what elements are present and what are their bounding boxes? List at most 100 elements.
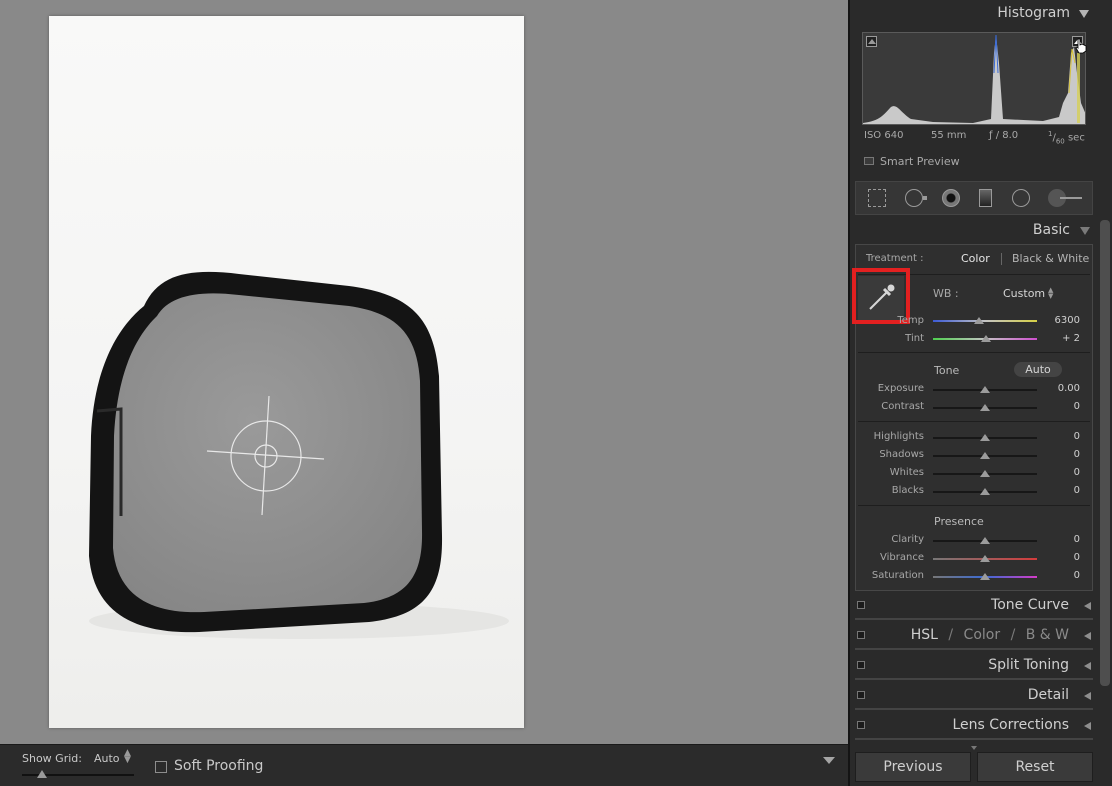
split-toning-toggle[interactable] xyxy=(857,661,865,669)
spot-removal-arrow-icon xyxy=(923,196,927,200)
whites-label: Whites xyxy=(889,467,924,478)
hsl-tab[interactable]: HSL xyxy=(911,627,938,643)
shutter-unit: sec xyxy=(1067,132,1085,144)
detail-title[interactable]: Detail xyxy=(1028,687,1069,703)
vibrance-value[interactable]: 0 xyxy=(1040,552,1080,563)
tone-curve-title[interactable]: Tone Curve xyxy=(991,597,1069,613)
show-grid-select[interactable]: Auto xyxy=(94,752,120,765)
highlights-slider-knob[interactable] xyxy=(980,434,990,441)
hsl-title-group: HSL / Color / B & W xyxy=(911,627,1069,643)
contrast-slider-knob[interactable] xyxy=(980,404,990,411)
expand-icon[interactable] xyxy=(1084,722,1091,730)
exposure-label: Exposure xyxy=(877,383,924,394)
shadows-slider-knob[interactable] xyxy=(980,452,990,459)
smart-preview-icon[interactable] xyxy=(864,157,874,165)
iso-value: ISO 640 xyxy=(864,130,904,141)
highlights-label: Highlights xyxy=(873,431,924,442)
shadow-clipping-button[interactable] xyxy=(866,36,877,47)
tint-label: Tint xyxy=(905,333,924,344)
lens-corrections-title[interactable]: Lens Corrections xyxy=(952,717,1069,733)
panel-divider xyxy=(855,678,1093,680)
detail-toggle[interactable] xyxy=(857,691,865,699)
image-canvas[interactable] xyxy=(0,0,848,744)
radial-filter-icon[interactable] xyxy=(1012,189,1030,207)
temp-slider-knob[interactable] xyxy=(973,317,984,324)
temp-slider-track[interactable] xyxy=(933,320,1037,322)
graduated-filter-icon[interactable] xyxy=(979,189,992,207)
temp-value[interactable]: 6300 xyxy=(1040,315,1080,326)
highlights-value[interactable]: 0 xyxy=(1040,431,1080,442)
aperture-value: ƒ / 8.0 xyxy=(989,130,1019,141)
lens-corrections-panel-header[interactable]: Lens Corrections xyxy=(855,714,1093,738)
panel-divider xyxy=(855,648,1093,650)
split-toning-panel-header[interactable]: Split Toning xyxy=(855,654,1093,678)
presence-section-label: Presence xyxy=(934,515,984,528)
wb-select[interactable]: Custom xyxy=(1003,287,1045,300)
bw-tab[interactable]: B & W xyxy=(1026,627,1069,643)
tint-slider-knob[interactable] xyxy=(981,335,992,342)
histogram-curve xyxy=(863,34,1085,124)
crop-tool-icon[interactable] xyxy=(868,189,886,207)
toolbar-menu-icon[interactable] xyxy=(823,757,835,764)
tint-value[interactable]: + 2 xyxy=(1040,333,1080,344)
red-eye-tool-icon[interactable] xyxy=(942,189,960,207)
panel-divider xyxy=(855,708,1093,710)
lens-corrections-toggle[interactable] xyxy=(857,721,865,729)
treatment-label: Treatment : xyxy=(866,253,924,264)
whites-value[interactable]: 0 xyxy=(1040,467,1080,478)
reset-button[interactable]: Reset xyxy=(977,752,1093,782)
tone-curve-toggle[interactable] xyxy=(857,601,865,609)
exposure-slider-knob[interactable] xyxy=(980,386,990,393)
treatment-color-option[interactable]: Color xyxy=(961,252,990,265)
tone-section-label: Tone xyxy=(934,364,960,377)
basic-panel-title[interactable]: Basic xyxy=(960,222,1070,238)
bottom-toolbar: Show Grid: Auto ▲ ▼ Soft Proofing xyxy=(0,744,848,786)
wb-updown-icon[interactable]: ▲ ▼ xyxy=(1048,287,1053,300)
saturation-value[interactable]: 0 xyxy=(1040,570,1080,581)
color-tab[interactable]: Color xyxy=(964,627,1001,643)
blacks-value[interactable]: 0 xyxy=(1040,485,1080,496)
panel-divider xyxy=(855,618,1093,620)
detail-panel-header[interactable]: Detail xyxy=(855,684,1093,708)
clarity-value[interactable]: 0 xyxy=(1040,534,1080,545)
grid-slider-knob[interactable] xyxy=(37,770,47,778)
saturation-slider-knob[interactable] xyxy=(980,573,990,580)
blacks-slider-knob[interactable] xyxy=(980,488,990,495)
clarity-slider-knob[interactable] xyxy=(980,537,990,544)
histogram-collapse-icon[interactable] xyxy=(1079,10,1089,18)
histogram-title[interactable]: Histogram xyxy=(960,5,1070,21)
treatment-bw-option[interactable]: Black & White xyxy=(1012,252,1089,265)
hsl-toggle[interactable] xyxy=(857,631,865,639)
hsl-panel-header[interactable]: HSL / Color / B & W xyxy=(855,624,1093,648)
tone-curve-panel-header[interactable]: Tone Curve xyxy=(855,594,1093,618)
updown-arrows-icon[interactable]: ▲ ▼ xyxy=(124,749,131,765)
soft-proofing-label[interactable]: Soft Proofing xyxy=(174,758,263,774)
auto-tone-button[interactable]: Auto xyxy=(1014,362,1062,377)
histogram-graph xyxy=(862,32,1086,125)
temp-label: Temp xyxy=(897,315,924,326)
photo-preview[interactable] xyxy=(49,16,524,728)
soft-proofing-checkbox[interactable] xyxy=(155,761,167,773)
shadows-value[interactable]: 0 xyxy=(1040,449,1080,460)
basic-collapse-icon[interactable] xyxy=(1080,227,1090,235)
separator xyxy=(858,421,1090,422)
show-grid-label: Show Grid: xyxy=(22,752,82,765)
expand-icon[interactable] xyxy=(1084,662,1091,670)
blacks-label: Blacks xyxy=(891,485,924,496)
contrast-label: Contrast xyxy=(881,401,924,412)
scroll-more-icon xyxy=(971,746,977,750)
hand-cursor-icon xyxy=(1075,38,1087,54)
previous-button[interactable]: Previous xyxy=(855,752,971,782)
expand-icon[interactable] xyxy=(1084,692,1091,700)
contrast-value[interactable]: 0 xyxy=(1040,401,1080,412)
whites-slider-knob[interactable] xyxy=(980,470,990,477)
spot-removal-tool-icon[interactable] xyxy=(905,189,923,207)
vibrance-slider-knob[interactable] xyxy=(980,555,990,562)
expand-icon[interactable] xyxy=(1084,602,1091,610)
expand-icon[interactable] xyxy=(1084,632,1091,640)
focal-length-value: 55 mm xyxy=(931,130,967,141)
smart-preview-label[interactable]: Smart Preview xyxy=(880,155,960,168)
split-toning-title[interactable]: Split Toning xyxy=(988,657,1069,673)
panel-scrollbar[interactable] xyxy=(1100,220,1110,686)
exposure-value[interactable]: 0.00 xyxy=(1040,383,1080,394)
